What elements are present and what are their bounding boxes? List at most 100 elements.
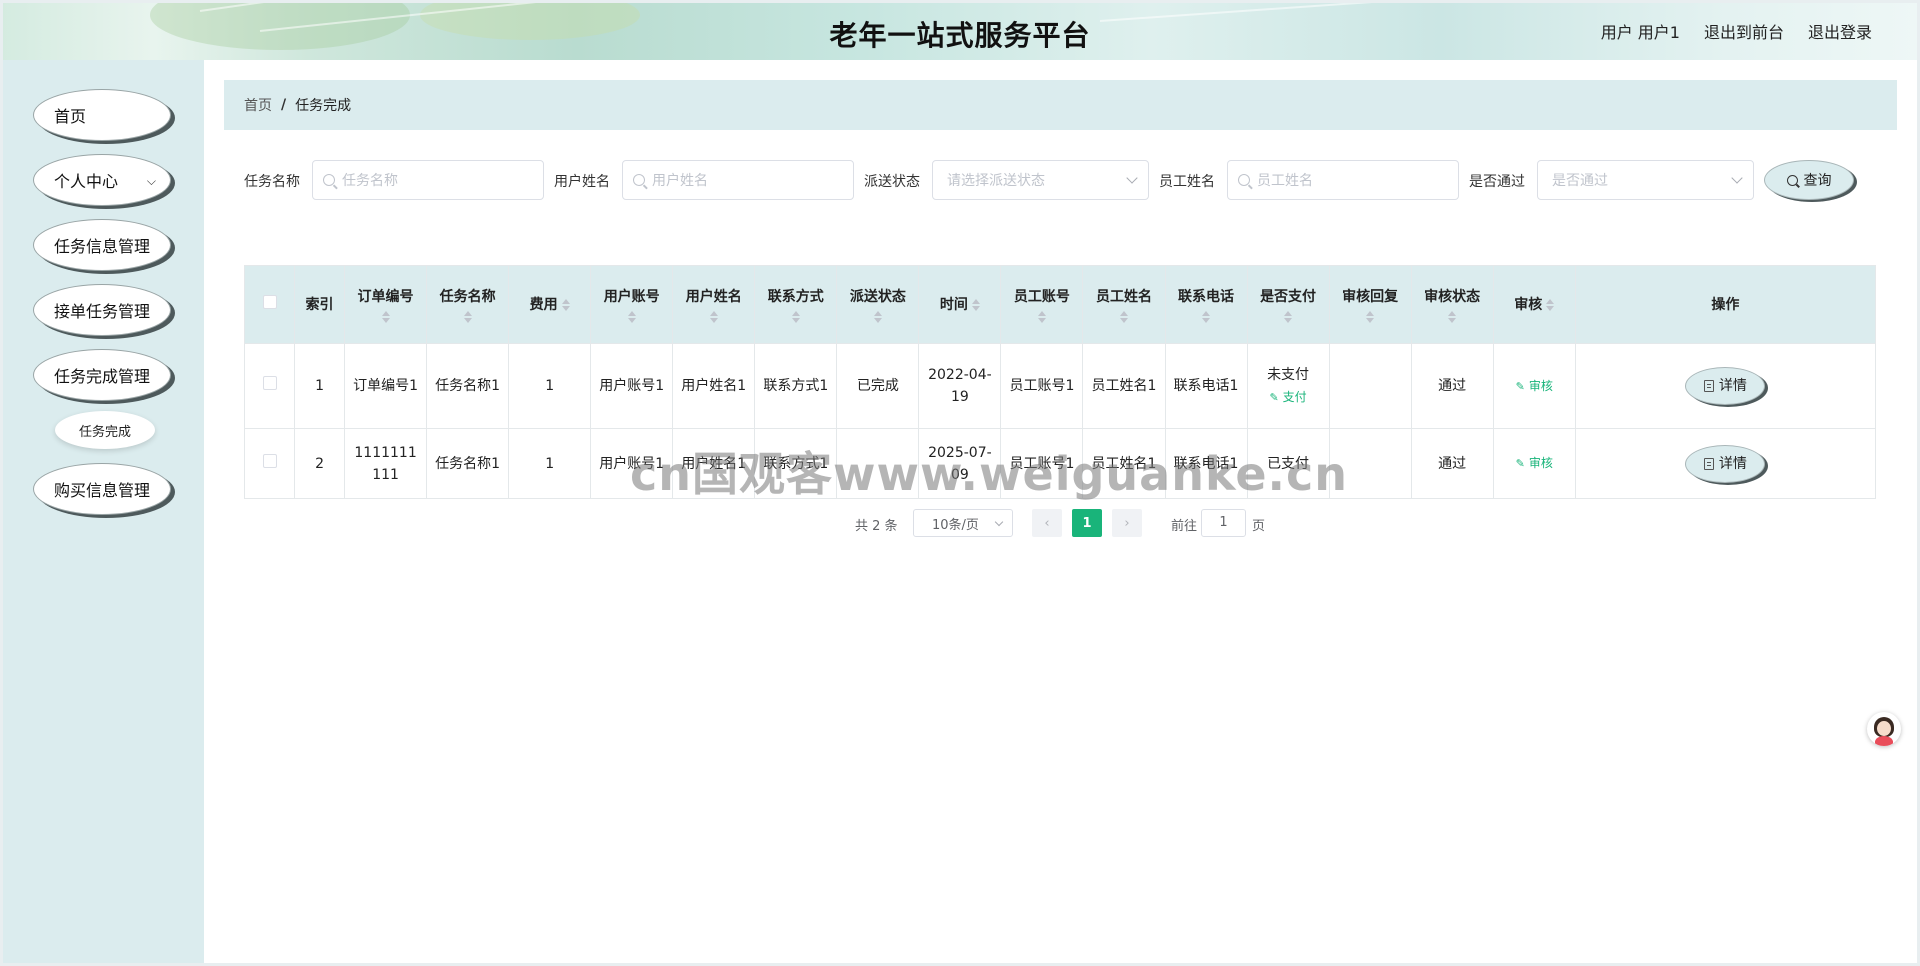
sort-icon[interactable] [1284, 310, 1293, 323]
sidebar-item-task-completion[interactable]: 任务完成管理 [33, 349, 171, 401]
sidebar-item-home[interactable]: 首页 [33, 89, 171, 141]
user-name-input[interactable]: 用户姓名 [622, 160, 854, 200]
index-cell: 2 [294, 428, 346, 499]
query-button[interactable]: 查询 [1764, 160, 1854, 200]
sort-icon[interactable] [561, 298, 570, 311]
row-checkbox[interactable] [262, 453, 277, 468]
goto-page-input[interactable]: 1 [1201, 509, 1246, 537]
column-header-label: 订单编号 [357, 288, 414, 305]
row-checkbox[interactable] [262, 376, 277, 390]
dispatch-status-select[interactable]: 请选择派送状态 [932, 160, 1149, 200]
sidebar-item-label: 任务信息管理 [54, 237, 151, 256]
sort-icon[interactable] [709, 310, 718, 323]
column-header[interactable]: 订单编号 [344, 265, 428, 344]
header-user-actions: 用户 用户1 退出到前台 退出登录 [1601, 19, 1872, 43]
exit-to-front-link[interactable]: 退出到前台 [1704, 19, 1784, 43]
time-cell: 2022-04-19 [918, 343, 1002, 429]
logout-link[interactable]: 退出登录 [1808, 19, 1872, 43]
fee-cell: 1 [508, 428, 592, 499]
column-header[interactable]: 派送状态 [836, 265, 920, 344]
task-name-input[interactable]: 任务名称 [312, 160, 544, 200]
column-header[interactable]: 任务名称 [426, 265, 510, 344]
column-header-label: 审核回复 [1342, 288, 1399, 305]
passed-label: 是否通过 [1469, 174, 1525, 190]
breadcrumb-home[interactable]: 首页 [244, 95, 272, 115]
column-header-label: 员工账号 [1013, 288, 1070, 305]
phone-cell: 联系电话1 [1164, 343, 1248, 429]
sort-icon[interactable] [1366, 310, 1375, 323]
column-header[interactable]: 用户姓名 [672, 265, 756, 344]
sidebar-subitem-task-complete[interactable]: 任务完成 [55, 411, 155, 449]
edit-icon: ✎ [1515, 379, 1525, 393]
task-name-cell: 任务名称1 [426, 343, 510, 429]
column-header[interactable]: 审核回复 [1328, 265, 1412, 344]
sidebar-item-accepted-tasks[interactable]: 接单任务管理 [33, 284, 171, 336]
staff-name-input[interactable]: 员工姓名 [1227, 160, 1459, 200]
detail-button[interactable]: 详情 [1685, 444, 1766, 483]
task-name-label: 任务名称 [244, 174, 300, 190]
column-header[interactable]: 是否支付 [1246, 265, 1330, 344]
detail-button[interactable]: 详情 [1685, 367, 1766, 405]
user-name-placeholder: 用户姓名 [652, 173, 708, 189]
sort-icon[interactable] [1037, 310, 1046, 323]
page-number-button[interactable]: 1 [1072, 509, 1102, 537]
row-select-cell [243, 343, 296, 429]
column-header[interactable]: 员工姓名 [1082, 265, 1166, 344]
breadcrumb-separator: / [281, 97, 287, 113]
task-name-cell: 任务名称1 [426, 428, 510, 499]
sort-icon[interactable] [1202, 310, 1211, 323]
review-link[interactable]: ✎ 审核 [1516, 456, 1553, 470]
review-action-cell: ✎ 审核 [1492, 428, 1576, 499]
dispatch-status-cell: 已完成 [836, 343, 920, 429]
select-all-checkbox[interactable] [262, 294, 277, 309]
pay-link-label: 支付 [1282, 389, 1307, 404]
pay-link[interactable]: ✎ 支付 [1254, 386, 1323, 409]
column-header[interactable]: 员工账号 [1000, 265, 1084, 344]
sort-icon[interactable] [381, 310, 390, 323]
sidebar-item-task-info[interactable]: 任务信息管理 [33, 219, 171, 271]
sort-icon[interactable] [1546, 298, 1555, 311]
index-cell: 1 [294, 343, 346, 429]
review-link[interactable]: ✎ 审核 [1516, 379, 1553, 393]
sort-icon[interactable] [971, 298, 980, 311]
column-header[interactable]: 联系方式 [754, 265, 838, 344]
review-reply-cell [1328, 343, 1412, 429]
column-header-label: 任务名称 [439, 288, 496, 305]
passed-select[interactable]: 是否通过 [1537, 160, 1754, 200]
contact-cell: 联系方式1 [754, 343, 838, 429]
avatar-body [1875, 736, 1893, 746]
column-header[interactable]: 用户账号 [590, 265, 674, 344]
chevron-right-icon: › [1124, 515, 1130, 531]
column-header-label: 索引 [305, 296, 334, 313]
sidebar-item-purchase-info[interactable]: 购买信息管理 [33, 463, 171, 515]
column-header: 索引 [294, 265, 346, 344]
sort-icon[interactable] [1119, 310, 1128, 323]
page-number-label: 1 [1082, 515, 1092, 531]
actions-cell: 详情 [1574, 428, 1877, 499]
column-header[interactable]: 审核 [1492, 265, 1576, 344]
current-user-label: 用户 用户1 [1600, 23, 1680, 42]
sidebar-item-personal-center[interactable]: 个人中心 ⌵ [33, 154, 171, 206]
column-header[interactable]: 费用 [508, 265, 592, 344]
sort-icon[interactable] [1448, 310, 1457, 323]
next-page-button[interactable]: › [1112, 509, 1142, 537]
column-header[interactable]: 审核状态 [1410, 265, 1494, 344]
column-header-label: 审核 [1514, 296, 1543, 313]
detail-button-label: 详情 [1718, 378, 1747, 394]
prev-page-button[interactable]: ‹ [1032, 509, 1062, 537]
review-status-cell: 通过 [1410, 343, 1494, 429]
edit-icon: ✎ [1515, 457, 1525, 470]
table-header-row: 索引 订单编号 任务名称 费用 用户账号 用户姓名 联系方式 派送状态 时间 员… [243, 265, 1877, 344]
sort-icon[interactable] [627, 310, 636, 323]
sort-icon[interactable] [873, 310, 882, 323]
sort-icon[interactable] [463, 310, 472, 323]
chevron-down-icon: ⌵ [146, 174, 156, 188]
staff-name-placeholder: 员工姓名 [1257, 173, 1313, 189]
column-header[interactable]: 时间 [918, 265, 1002, 344]
assistant-avatar[interactable] [1867, 712, 1901, 746]
column-header[interactable]: 联系电话 [1164, 265, 1248, 344]
query-button-label: 查询 [1803, 173, 1832, 189]
sort-icon[interactable] [791, 310, 800, 323]
page-size-select[interactable]: 10条/页 [913, 509, 1013, 537]
task-name-placeholder: 任务名称 [342, 173, 398, 189]
